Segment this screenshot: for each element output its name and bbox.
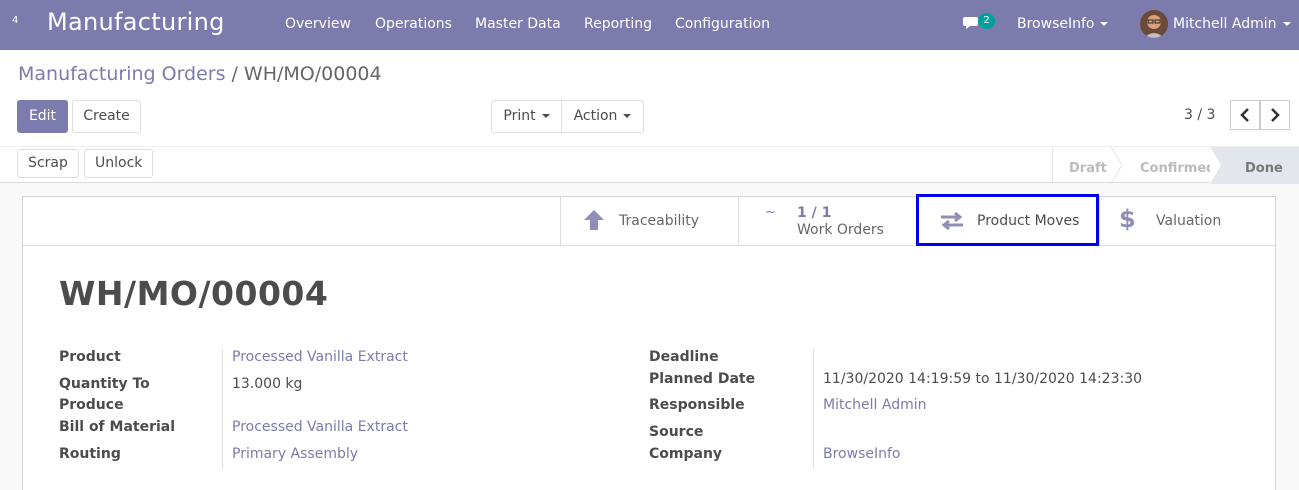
work-orders-count: 1 / 1 — [797, 205, 832, 221]
company-value-link[interactable]: BrowseInfo — [823, 446, 900, 462]
responsible-value-link[interactable]: Mitchell Admin — [823, 397, 927, 413]
print-dropdown[interactable]: Print — [491, 100, 562, 133]
bom-value-link[interactable]: Processed Vanilla Extract — [232, 419, 408, 435]
dollar-icon: $ — [1119, 205, 1136, 233]
chevron-right-icon — [1271, 108, 1280, 122]
unlock-button[interactable]: Unlock — [84, 149, 153, 178]
quantity-label-line1: Quantity To — [59, 376, 150, 392]
quantity-label-line2: Produce — [59, 397, 124, 413]
action-dropdown[interactable]: Action — [561, 100, 644, 133]
chevron-down-icon — [541, 114, 550, 118]
arrow-up-icon — [584, 210, 604, 230]
record-title: WH/MO/00004 — [59, 274, 329, 313]
pager-next-button[interactable] — [1260, 100, 1290, 130]
stage-confirmed[interactable]: Confirmed — [1140, 154, 1215, 184]
responsible-label: Responsible — [649, 397, 745, 413]
apps-menu-button[interactable]: 4 — [12, 15, 18, 26]
quantity-value: 13.000 kg — [232, 376, 303, 392]
company-label: Company — [649, 446, 723, 462]
menu-configuration[interactable]: Configuration — [675, 16, 770, 32]
pager-previous-button[interactable] — [1230, 100, 1260, 130]
chevron-down-icon — [1100, 22, 1109, 26]
valuation-label: Valuation — [1156, 213, 1222, 229]
menu-overview[interactable]: Overview — [285, 16, 351, 32]
company-switcher-label: BrowseInfo — [1017, 16, 1095, 32]
messages-icon[interactable] — [963, 16, 979, 30]
chevron-down-icon — [623, 114, 632, 118]
scrap-button[interactable]: Scrap — [17, 149, 79, 178]
stage-draft[interactable]: Draft — [1069, 154, 1107, 184]
product-moves-button[interactable]: Product Moves — [916, 197, 1099, 245]
breadcrumb-separator: / — [231, 63, 238, 85]
breadcrumb-current: WH/MO/00004 — [243, 63, 382, 85]
action-dropdown-label: Action — [573, 108, 618, 124]
edit-button[interactable]: Edit — [17, 100, 68, 133]
valuation-button[interactable]: $ Valuation — [1099, 197, 1275, 245]
breadcrumb-parent-link[interactable]: Manufacturing Orders — [18, 63, 226, 85]
pager-value[interactable]: 3 / 3 — [1184, 107, 1215, 123]
planned-start-date[interactable]: 11/30/2020 14:19:59 — [823, 371, 971, 387]
bom-label: Bill of Material — [59, 419, 176, 435]
breadcrumb: Manufacturing Orders / WH/MO/00004 — [18, 63, 382, 85]
form-sheet: Traceability ~ 1 / 1 Work Orders Product… — [22, 194, 1276, 490]
stage-arrow-icon — [1210, 147, 1223, 184]
planned-date-value: 11/30/2020 14:19:59 to 11/30/2020 14:23:… — [823, 371, 1142, 387]
traceability-label: Traceability — [619, 213, 700, 229]
right-group-separator — [813, 349, 814, 469]
menu-operations[interactable]: Operations — [375, 16, 452, 32]
product-value-link[interactable]: Processed Vanilla Extract — [232, 349, 408, 365]
app-title[interactable]: Manufacturing — [47, 8, 225, 36]
deadline-label: Deadline — [649, 349, 719, 365]
planned-date-label: Planned Date — [649, 371, 756, 387]
chevron-left-icon — [1240, 108, 1249, 122]
planned-end-date[interactable]: 11/30/2020 14:23:30 — [994, 371, 1142, 387]
left-group-separator — [222, 349, 223, 469]
user-name-label: Mitchell Admin — [1173, 16, 1277, 32]
work-orders-label: Work Orders — [797, 222, 884, 238]
planned-to-label: to — [975, 371, 990, 387]
status-bar: Scrap Unlock Draft Confirmed Done — [0, 146, 1299, 184]
menu-reporting[interactable]: Reporting — [584, 16, 652, 32]
print-dropdown-label: Print — [503, 108, 536, 124]
product-moves-label: Product Moves — [977, 213, 1080, 229]
traceability-button[interactable]: Traceability — [560, 197, 738, 245]
source-label: Source — [649, 424, 704, 440]
top-navbar: 4 Manufacturing Overview Operations Mast… — [0, 0, 1299, 50]
stage-arrow-icon — [1110, 147, 1123, 184]
work-orders-icon: ~ — [765, 205, 776, 220]
user-avatar[interactable] — [1140, 10, 1168, 38]
work-orders-button[interactable]: ~ 1 / 1 Work Orders — [738, 197, 916, 245]
routing-label: Routing — [59, 446, 121, 462]
status-divider — [1052, 147, 1053, 184]
company-switcher[interactable]: BrowseInfo — [1017, 16, 1109, 32]
messages-count-badge: 2 — [978, 13, 995, 29]
user-menu[interactable]: Mitchell Admin — [1173, 16, 1291, 32]
product-label: Product — [59, 349, 121, 365]
control-panel: Manufacturing Orders / WH/MO/00004 Edit Cr… — [0, 50, 1299, 184]
menu-master-data[interactable]: Master Data — [475, 16, 561, 32]
chevron-down-icon — [1282, 22, 1291, 26]
create-button[interactable]: Create — [72, 100, 141, 133]
smart-button-box: Traceability ~ 1 / 1 Work Orders Product… — [23, 194, 1275, 246]
routing-value-link[interactable]: Primary Assembly — [232, 446, 358, 462]
exchange-icon — [941, 211, 963, 231]
stage-done[interactable]: Done — [1245, 154, 1283, 184]
